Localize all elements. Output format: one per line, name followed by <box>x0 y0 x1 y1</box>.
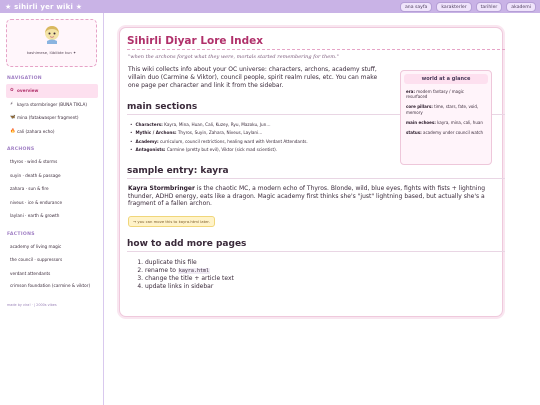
avatar <box>44 26 59 44</box>
sidebar-item-crimson[interactable]: crimson foundation (carmine & viktor) <box>6 280 98 298</box>
infobox-value: academy under council watch <box>423 130 484 136</box>
infobox-row-era: era: modern fantasy / magic resurfaced <box>406 89 486 99</box>
intro-paragraph: This wiki collects info about your OC un… <box>128 66 378 89</box>
infobox: world at a glance era: modern fantasy / … <box>400 70 492 165</box>
sidebar-item-label: kayra stormbringer (BUNA TIKLA) <box>17 101 87 107</box>
sample-entry-text: Kayra Stormbringer is the chaotic MC, a … <box>128 185 490 208</box>
infobox-value: kayra, mina, cali, huan <box>437 119 483 125</box>
epigraph-quote: "when the archons forgot what they were,… <box>128 54 339 60</box>
nav-heading: NAVIGATION <box>7 76 42 81</box>
sidebar-item-cali[interactable]: 🔥 cali (zahara echo) <box>6 125 98 139</box>
site-title[interactable]: ★ sihirli yer wiki ★ <box>0 3 82 11</box>
step-text: update links in sidebar <box>145 282 214 290</box>
list-item: update links in sidebar <box>145 283 492 291</box>
sidebar-item-overview[interactable]: ✿ overview <box>6 84 98 98</box>
sidebar-item-niveus[interactable]: niveus · ice & endurance <box>6 196 98 210</box>
bullet-text: Kayra, Mina, Huan, Cali, Kuzey, Ryu, Maz… <box>164 122 271 127</box>
bullet-text: curriculum, council restrictions, healin… <box>159 138 308 144</box>
flower-icon: ✿ <box>10 88 14 94</box>
infobox-row-echoes: main echoes: kayra, mina, cali, huan <box>406 120 486 125</box>
bullet-label: Characters: <box>135 122 163 127</box>
sidebar-item-suyin[interactable]: suyin · death & passage <box>6 169 98 183</box>
archons-heading: ARCHONS <box>7 147 35 152</box>
list-item: change the title + article text <box>145 275 492 283</box>
infobox-key: main echoes: <box>406 119 436 125</box>
infobox-value: modern fantasy / magic resurfaced <box>406 89 464 100</box>
page-title: Sihirli Diyar Lore Index <box>127 35 505 50</box>
lightning-icon: ⚡ <box>10 101 14 107</box>
sample-entry-name: Kayra Stormbringer <box>128 185 195 193</box>
profile-caption: kashimese, lüblibte kun ✦ <box>26 50 77 55</box>
article-panel: Sihirli Diyar Lore Index "when the archo… <box>119 27 505 317</box>
sidebar-item-academy[interactable]: academy of living magic <box>6 240 98 254</box>
archons-list: thyros · wind & storms suyin · death & p… <box>6 155 98 223</box>
sidebar: kashimese, lüblibte kun ✦ NAVIGATION ✿ o… <box>0 13 104 405</box>
profile-card: kashimese, lüblibte kun ✦ <box>6 19 97 67</box>
list-item: rename to kayra.html <box>145 267 492 275</box>
infobox-key: status: <box>406 130 422 136</box>
fire-icon: 🔥 <box>10 128 16 134</box>
nav-button-academy[interactable]: akademi <box>506 2 536 12</box>
sample-entry-heading: sample entry: kayra <box>127 166 505 180</box>
bullet-text: Carmine (pretty but evil), Viktor (sick … <box>166 146 278 152</box>
sidebar-item-kayra[interactable]: ⚡ kayra stormbringer (BUNA TIKLA) <box>6 98 98 112</box>
sidebar-item-label: mina (fatakwasper fragment) <box>17 115 79 121</box>
sidebar-item-mina[interactable]: 🦋 mina (fatakwasper fragment) <box>6 111 98 125</box>
infobox-title: world at a glance <box>404 74 488 84</box>
top-nav: ana sayfa karakterler tarihler akademi <box>399 2 536 12</box>
bullet-label: Antagonists: <box>135 146 166 152</box>
step-text: duplicate this file <box>145 258 197 266</box>
sidebar-item-verdant[interactable]: verdant attendants <box>6 267 98 281</box>
sidebar-item-thyros[interactable]: thyros · wind & storms <box>6 155 98 169</box>
factions-list: academy of living magic the council · su… <box>6 240 98 299</box>
list-item: duplicate this file <box>145 259 492 267</box>
top-bar: ★ sihirli yer wiki ★ ana sayfa karakterl… <box>0 0 540 13</box>
nav-button-characters[interactable]: karakterler <box>436 2 472 12</box>
sidebar-item-zahara[interactable]: zahara · sun & fire <box>6 182 98 196</box>
sidebar-footer: made by vira! · | 2000s vibes <box>7 303 57 307</box>
sidebar-item-label: overview <box>17 88 39 94</box>
nav-button-dates[interactable]: tarihler <box>475 2 503 12</box>
nav-button-home[interactable]: ana sayfa <box>399 2 433 12</box>
sidebar-item-council[interactable]: the council · suppressors <box>6 253 98 267</box>
howto-steps: duplicate this file rename to kayra.html… <box>128 259 492 291</box>
sidebar-item-laylani[interactable]: laylani · earth & growth <box>6 209 98 223</box>
bullet-label: Academy: <box>135 138 159 144</box>
howto-heading: how to add more pages <box>127 239 505 252</box>
butterfly-icon: 🦋 <box>10 115 16 121</box>
infobox-row-pillars: core pillars: time, stars, fate, void, m… <box>406 104 486 114</box>
bullet-label: Mythic / Archons: <box>135 130 177 136</box>
nav-list: ✿ overview ⚡ kayra stormbringer (BUNA TI… <box>6 84 98 138</box>
factions-heading: FACTIONS <box>7 231 35 237</box>
bullet-text: Thyros, Suyin, Zahara, Niveus, Laylani… <box>177 130 263 136</box>
step-text: change the title + article text <box>145 274 234 282</box>
infobox-row-status: status: academy under council watch <box>406 130 486 135</box>
sidebar-item-label: cali (zahara echo) <box>17 128 55 134</box>
step-text: rename to <box>145 266 178 274</box>
move-note: → you can move this to kayra.html later. <box>128 215 215 227</box>
filename-code: kayra.html <box>177 267 210 274</box>
